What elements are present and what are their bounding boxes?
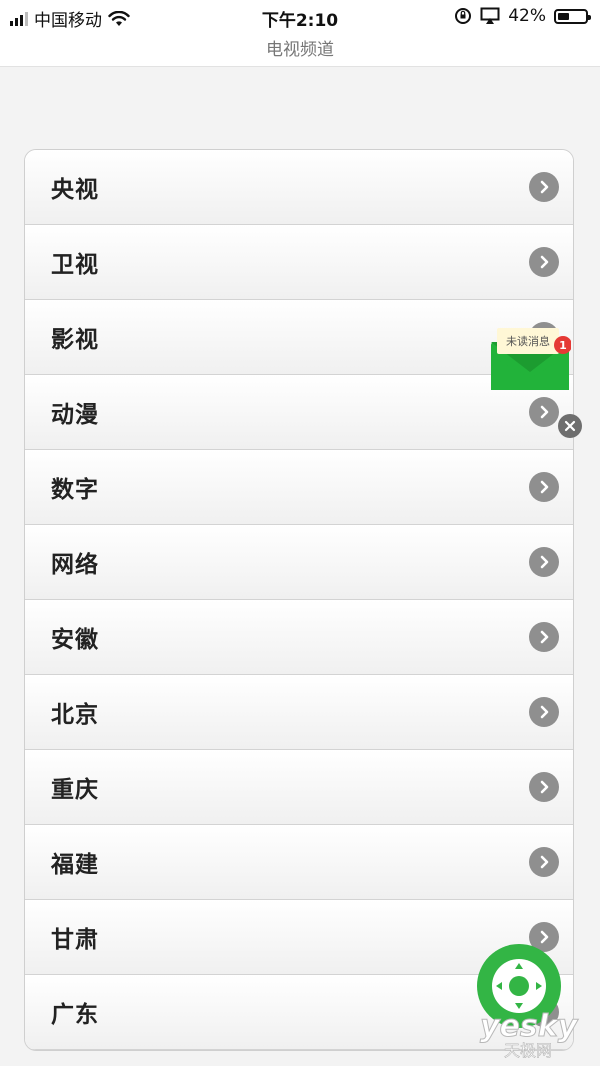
close-icon[interactable]: [558, 414, 582, 438]
channel-label: 央视: [51, 177, 99, 203]
channel-label: 广东: [51, 1002, 99, 1028]
channel-item[interactable]: 网络: [25, 525, 573, 600]
channel-label: 甘肃: [51, 927, 99, 953]
orientation-lock-icon: [455, 8, 472, 24]
chevron-right-icon: [529, 247, 559, 277]
chevron-right-icon: [529, 397, 559, 427]
channel-item[interactable]: 卫视: [25, 225, 573, 300]
status-bar: 中国移动 下午2:10 42%: [0, 0, 600, 34]
unread-message-widget[interactable]: 未读消息 1: [491, 326, 571, 390]
chevron-right-icon: [529, 172, 559, 202]
chevron-right-icon: [529, 772, 559, 802]
chevron-right-icon: [529, 622, 559, 652]
channel-label: 影视: [51, 327, 99, 353]
channel-item[interactable]: 重庆: [25, 750, 573, 825]
chevron-right-icon: [529, 697, 559, 727]
chevron-right-icon: [529, 847, 559, 877]
channel-item[interactable]: 央视: [25, 150, 573, 225]
status-right: 42%: [454, 6, 591, 26]
channel-item[interactable]: 数字: [25, 450, 573, 525]
channel-label: 福建: [51, 852, 99, 878]
channel-label: 安徽: [51, 627, 99, 653]
battery-icon: [554, 8, 591, 24]
chevron-right-icon: [529, 547, 559, 577]
unread-count: 1: [559, 339, 567, 352]
page-title: 电视频道: [0, 34, 600, 67]
chevron-right-icon: [529, 472, 559, 502]
channel-label: 北京: [51, 702, 99, 728]
channel-item[interactable]: 安徽: [25, 600, 573, 675]
channel-item[interactable]: 福建: [25, 825, 573, 900]
svg-text:天极网: 天极网: [504, 1041, 552, 1060]
channel-label: 数字: [51, 477, 99, 503]
airplay-icon: [480, 7, 500, 24]
channel-list: 央视卫视影视动漫数字网络安徽北京重庆福建甘肃广东: [24, 149, 574, 1051]
svg-text:yesky: yesky: [480, 1009, 579, 1044]
channel-item[interactable]: 北京: [25, 675, 573, 750]
battery-level: [558, 12, 569, 20]
channel-label: 卫视: [51, 252, 99, 278]
yesky-watermark: yesky 天极网: [480, 1009, 580, 1061]
battery-percent: 42%: [508, 6, 546, 26]
channel-label: 动漫: [51, 402, 99, 428]
channel-label: 网络: [51, 552, 99, 578]
unread-message-label: 未读消息: [506, 334, 550, 348]
channel-label: 重庆: [51, 777, 99, 803]
